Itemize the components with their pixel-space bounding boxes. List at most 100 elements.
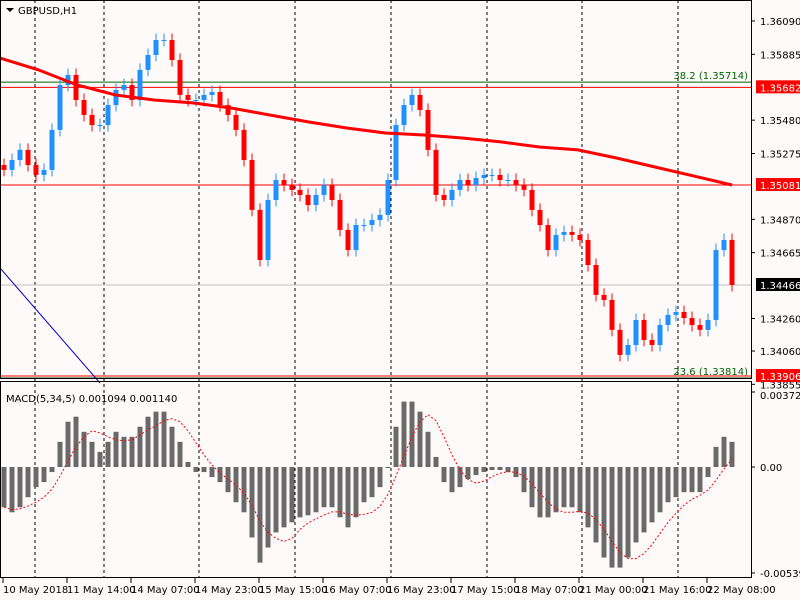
- macd-histogram-bar: [313, 467, 319, 513]
- macd-histogram-bar: [505, 467, 511, 473]
- macd-histogram-bar: [241, 467, 247, 513]
- macd-histogram-bar: [633, 467, 639, 543]
- macd-histogram-bar: [713, 446, 719, 467]
- macd-histogram-bar: [153, 411, 159, 467]
- time-label: 21 May 16:00: [643, 585, 712, 596]
- candle-body: [713, 250, 719, 320]
- macd-histogram-bar: [577, 467, 583, 513]
- price-chart[interactable]: 38.2 (1.35714)23.6 (1.33814) 1.360901.35…: [0, 0, 800, 600]
- time-label: 15 May 15:00: [259, 585, 328, 596]
- macd-histogram-bar: [441, 467, 447, 483]
- macd-histogram-bar: [625, 467, 631, 558]
- candle-body: [729, 239, 735, 285]
- candle-body: [25, 149, 31, 166]
- candle-body: [81, 100, 87, 115]
- level-price-label: 1.35081: [760, 181, 800, 192]
- macd-histogram-bar: [481, 467, 487, 473]
- candle-body: [585, 239, 591, 266]
- macd-histogram-bar: [433, 456, 439, 467]
- macd-histogram-bar: [617, 467, 623, 568]
- candle-body: [41, 169, 47, 175]
- candle-body: [305, 194, 311, 206]
- candle-body: [1, 165, 7, 170]
- macd-histogram-bar: [665, 467, 671, 503]
- candle-body: [281, 179, 287, 186]
- candle-body: [545, 225, 551, 251]
- bid-price-label: 1.34466: [760, 281, 800, 292]
- candle-body: [553, 234, 559, 251]
- macd-histogram-bar: [729, 441, 735, 467]
- candle-body: [441, 194, 447, 200]
- macd-histogram-bar: [1, 467, 7, 508]
- macd-histogram-bar: [569, 467, 575, 508]
- macd-histogram-bar: [273, 467, 279, 533]
- macd-tick-label: -0.005398: [760, 569, 800, 580]
- candle-body: [265, 199, 271, 260]
- macd-histogram-bar: [145, 416, 151, 467]
- macd-histogram-bar: [137, 426, 143, 467]
- macd-histogram-bar: [89, 441, 95, 467]
- macd-histogram-bar: [537, 467, 543, 518]
- candle-body: [481, 174, 487, 179]
- macd-histogram-bar: [657, 467, 663, 513]
- fib-level-label: 38.2 (1.35714): [673, 71, 748, 82]
- macd-histogram-bar: [585, 467, 591, 528]
- candle-body: [433, 149, 439, 195]
- macd-histogram-bar: [129, 436, 135, 467]
- macd-histogram-bar: [9, 467, 15, 513]
- macd-histogram-bar: [689, 467, 695, 493]
- time-label: 16 May 23:00: [387, 585, 456, 596]
- macd-histogram-bar: [33, 467, 39, 488]
- candle-body: [313, 194, 319, 206]
- macd-histogram-bar: [121, 436, 127, 467]
- macd-histogram-bar: [169, 426, 175, 467]
- candle-body: [377, 214, 383, 220]
- candle-body: [145, 54, 151, 70]
- macd-histogram-bar: [361, 467, 367, 503]
- macd-histogram-bar: [393, 426, 399, 467]
- macd-histogram-bar: [641, 467, 647, 533]
- candle-body: [649, 339, 655, 345]
- macd-histogram-bar: [697, 467, 703, 493]
- candle-body: [209, 92, 215, 95]
- time-label: 14 May 23:00: [195, 585, 264, 596]
- candle-body: [449, 189, 455, 200]
- candle-body: [201, 94, 207, 101]
- candle-body: [641, 319, 647, 340]
- macd-histogram-bar: [425, 431, 431, 467]
- macd-histogram-bar: [97, 451, 103, 467]
- candle-body: [49, 129, 55, 170]
- candle-body: [257, 209, 263, 260]
- candle-body: [513, 179, 519, 186]
- candle-body: [473, 178, 479, 186]
- macd-histogram-bar: [297, 467, 303, 518]
- time-label: 11 May 14:00: [67, 585, 136, 596]
- candle-body: [497, 174, 503, 180]
- macd-histogram-bar: [529, 467, 535, 508]
- time-label: 21 May 00:00: [579, 585, 648, 596]
- macd-histogram-bar: [417, 411, 423, 467]
- price-tick-label: 1.35885: [760, 50, 800, 61]
- candle-body: [153, 40, 159, 55]
- candle-body: [577, 234, 583, 240]
- candle-body: [593, 265, 599, 295]
- candle-body: [361, 225, 367, 227]
- macd-histogram-bar: [681, 467, 687, 493]
- candle-body: [601, 294, 607, 300]
- macd-title: MACD(5,34,5) 0.001094 0.001140: [6, 394, 177, 405]
- candle-body: [233, 114, 239, 130]
- candle-body: [289, 185, 295, 190]
- candle-body: [177, 60, 183, 95]
- candle-body: [697, 324, 703, 330]
- macd-histogram-bar: [161, 411, 167, 467]
- macd-histogram-bar: [281, 467, 287, 528]
- candle-body: [249, 159, 255, 210]
- candle-body: [73, 74, 79, 101]
- candle-body: [105, 105, 111, 126]
- macd-histogram-bar: [233, 467, 239, 503]
- macd-histogram-bar: [497, 467, 503, 471]
- candle-body: [9, 159, 15, 170]
- macd-histogram-bar: [721, 436, 727, 467]
- macd-histogram-bar: [489, 467, 495, 471]
- macd-histogram-bar: [209, 467, 215, 478]
